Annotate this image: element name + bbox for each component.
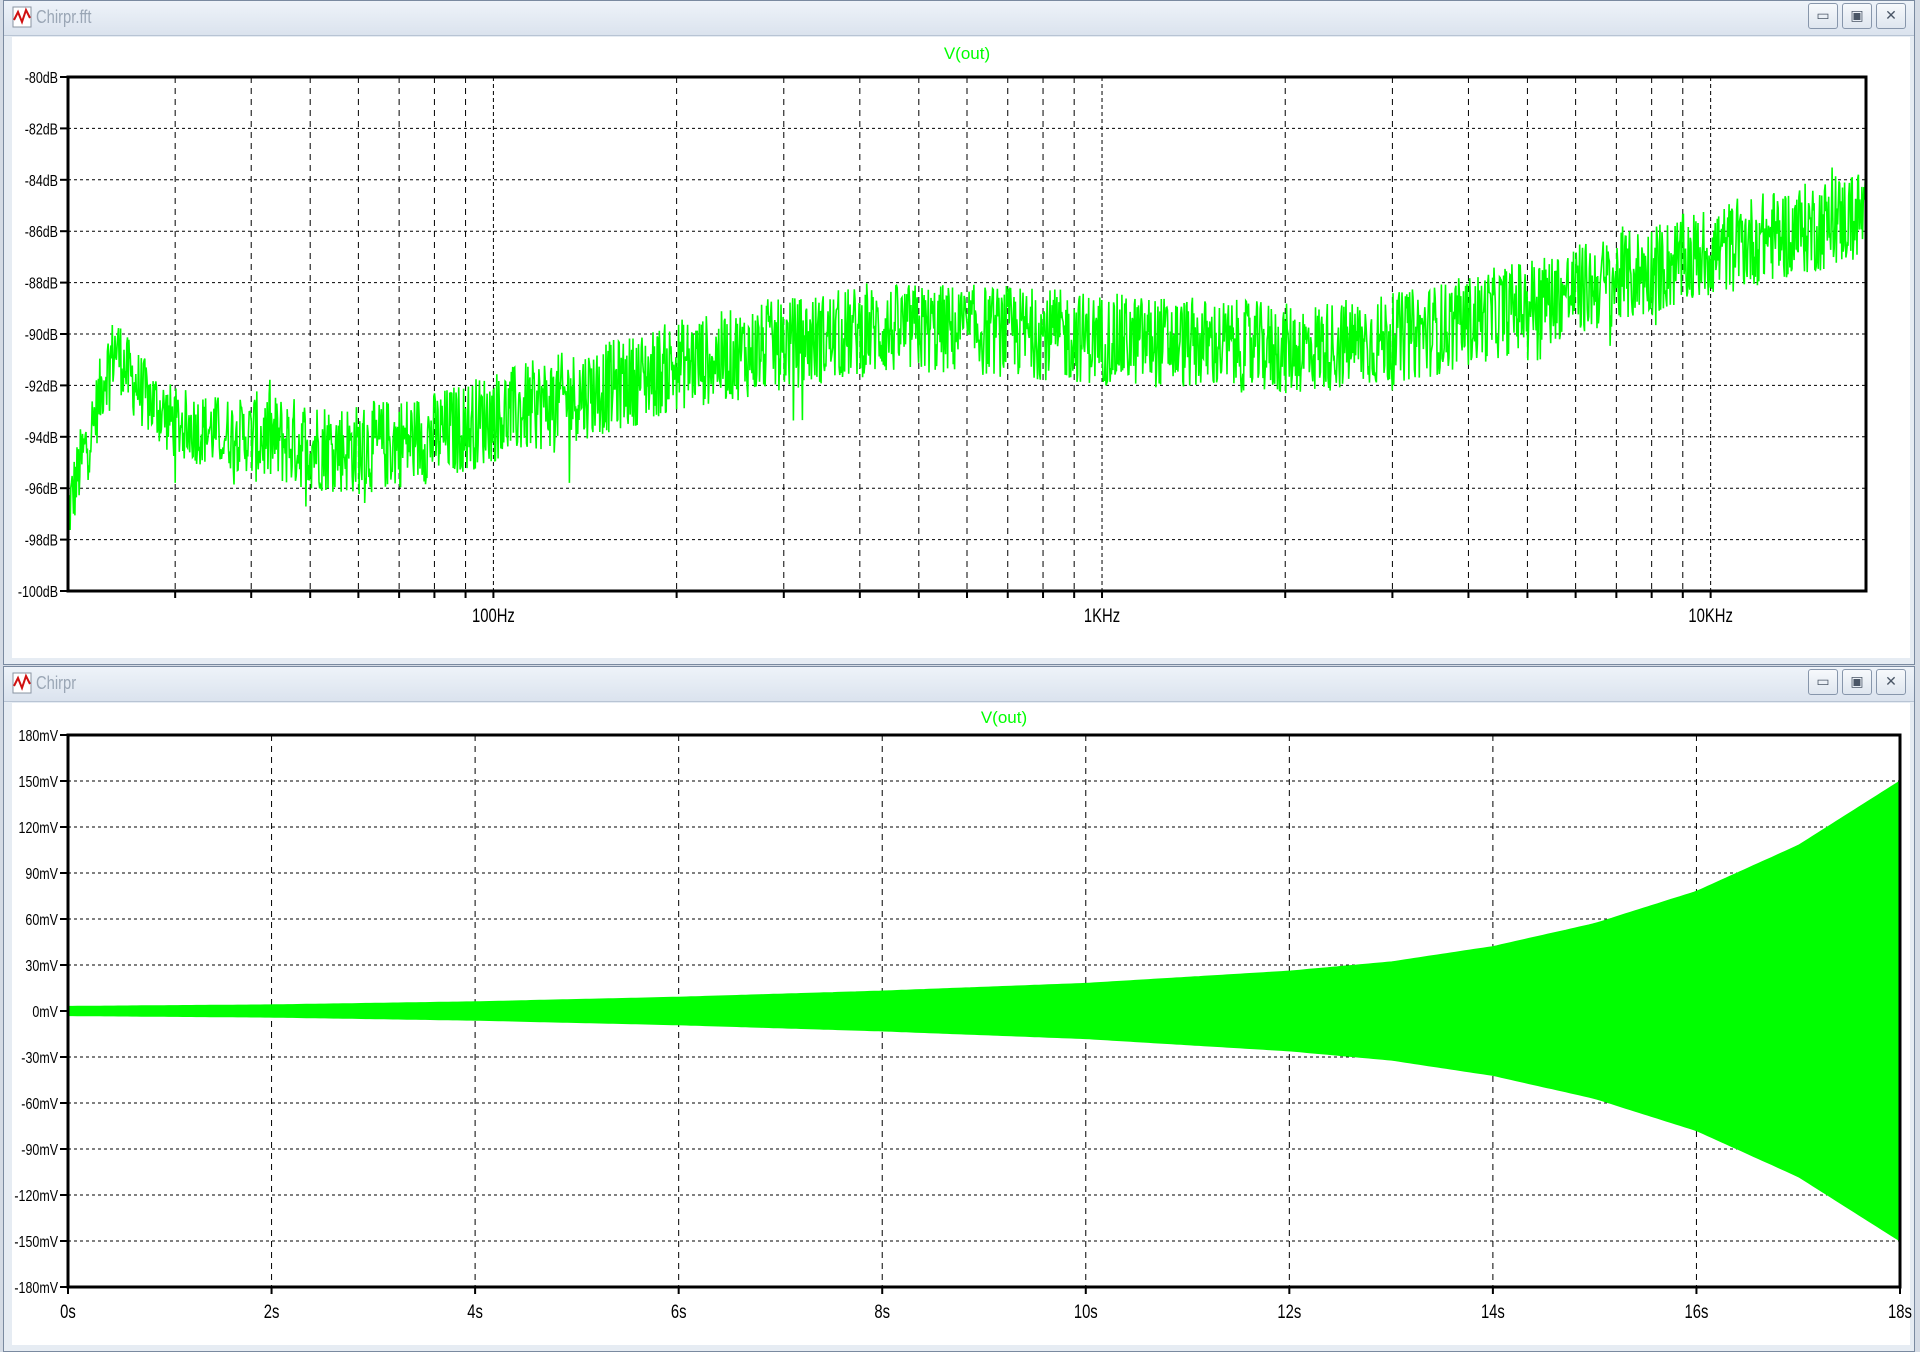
minimize-button[interactable]: ▭ <box>1808 3 1838 29</box>
y-tick-label: 0mV <box>32 1004 58 1022</box>
x-tick-label: 10KHz <box>1688 605 1732 626</box>
y-tick-label: 150mV <box>19 774 59 792</box>
window-title: Chirpr <box>36 673 77 693</box>
waveform-icon <box>12 672 32 694</box>
close-button[interactable]: ✕ <box>1876 669 1906 695</box>
x-tick-label: 100Hz <box>472 605 515 626</box>
minimize-icon: ▭ <box>1816 674 1830 690</box>
y-tick-label: -94dB <box>25 429 58 447</box>
x-tick-label: 6s <box>671 1301 687 1322</box>
y-tick-label: -88dB <box>25 275 58 293</box>
close-button[interactable]: ✕ <box>1876 3 1906 29</box>
x-tick-label: 16s <box>1685 1301 1709 1322</box>
y-tick-label: -84dB <box>25 172 58 190</box>
y-tick-label: -60mV <box>21 1096 58 1114</box>
x-tick-label: 18s <box>1888 1301 1912 1322</box>
transient-chart[interactable]: V(out) 180mV 150mV 120mV 90mV 60mV 30mV 0mV -30m… <box>12 703 1912 1347</box>
transient-plot-pane[interactable]: V(out) 180mV 150mV 120mV 90mV 60mV 30mV 0mV -30m… <box>12 703 1912 1347</box>
y-tick-label: 180mV <box>19 728 59 746</box>
x-tick-label: 10s <box>1074 1301 1098 1322</box>
minimize-icon: ▭ <box>1816 8 1830 24</box>
y-tick-label: -100dB <box>18 584 58 602</box>
y-tick-label: -90mV <box>21 1142 58 1160</box>
fft-chart[interactable]: V(out) -80dB -82dB -84dB -86dB -88dB -90dB -92d… <box>12 37 1912 660</box>
transient-window[interactable]: Chirpr ▭ ▣ ✕ V(out) 180mV 150mV 120mV 90mV 60… <box>3 666 1915 1352</box>
x-tick-label: 12s <box>1277 1301 1301 1322</box>
chart-title: V(out) <box>944 44 990 63</box>
y-tick-label: -180mV <box>14 1280 58 1298</box>
x-tick-label: 2s <box>264 1301 280 1322</box>
y-tick-label: -98dB <box>25 532 58 550</box>
fft-plot-pane[interactable]: V(out) -80dB -82dB -84dB -86dB -88dB -90dB -92d… <box>12 37 1910 658</box>
y-tick-label: 90mV <box>25 866 58 884</box>
chart-title: V(out) <box>981 708 1027 727</box>
y-tick-label: -150mV <box>14 1234 58 1252</box>
maximize-icon: ▣ <box>1850 8 1864 24</box>
y-tick-label: -86dB <box>25 224 58 242</box>
y-tick-label: -96dB <box>25 481 58 499</box>
x-tick-label: 0s <box>60 1301 76 1322</box>
y-tick-label: -82dB <box>25 121 58 139</box>
y-tick-label: 60mV <box>25 912 58 930</box>
x-tick-label: 8s <box>874 1301 890 1322</box>
y-tick-label: -90dB <box>25 327 58 345</box>
maximize-button[interactable]: ▣ <box>1842 3 1872 29</box>
fft-titlebar[interactable]: Chirpr.fft ▭ ▣ ✕ <box>4 1 1914 36</box>
maximize-button[interactable]: ▣ <box>1842 669 1872 695</box>
y-tick-label: -92dB <box>25 378 58 396</box>
window-title: Chirpr.fft <box>36 7 92 27</box>
x-tick-label: 1KHz <box>1084 605 1120 626</box>
maximize-icon: ▣ <box>1850 674 1864 690</box>
y-tick-label: 30mV <box>25 958 58 976</box>
close-icon: ✕ <box>1885 674 1897 690</box>
transient-titlebar[interactable]: Chirpr ▭ ▣ ✕ <box>4 667 1914 702</box>
close-icon: ✕ <box>1885 8 1897 24</box>
waveform-icon <box>12 6 32 28</box>
minimize-button[interactable]: ▭ <box>1808 669 1838 695</box>
transient-envelope <box>67 780 1901 1242</box>
y-tick-label: -120mV <box>14 1188 58 1206</box>
y-tick-label: 120mV <box>19 820 59 838</box>
fft-window[interactable]: Chirpr.fft ▭ ▣ ✕ V(out) -80dB -82dB -84dB -8… <box>3 0 1915 665</box>
y-tick-label: -80dB <box>25 70 58 88</box>
x-tick-label: 4s <box>467 1301 483 1322</box>
y-tick-label: -30mV <box>21 1050 58 1068</box>
x-tick-label: 14s <box>1481 1301 1505 1322</box>
